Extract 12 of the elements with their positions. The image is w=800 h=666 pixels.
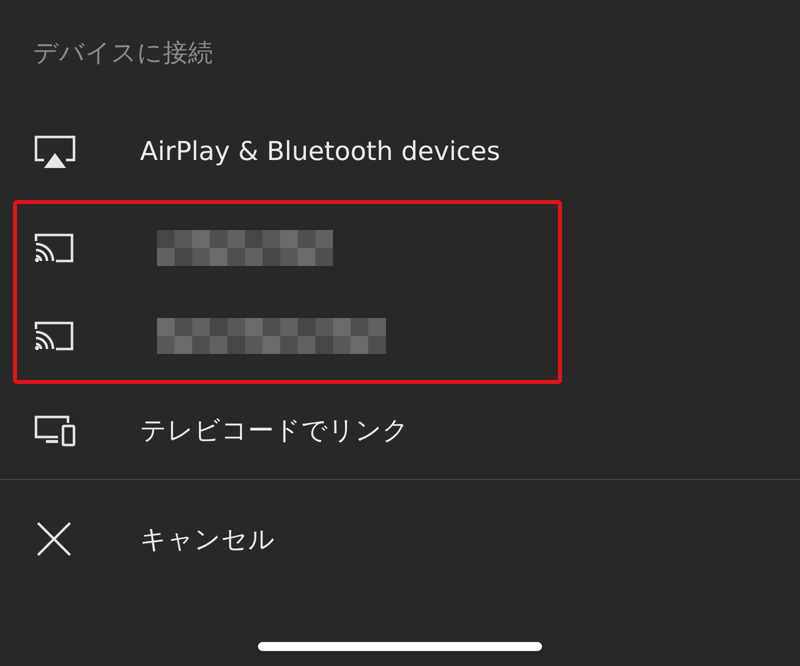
device-option[interactable]: テレビコードでリンク [0,384,800,477]
close-icon [36,521,72,557]
option-label: AirPlay & Bluetooth devices [140,136,500,166]
sheet-title: デバイスに接続 [32,37,214,69]
option-label: テレビコードでリンク [140,415,409,448]
cancel-label: キャンセル [140,524,275,556]
device-option[interactable]: AirPlay & Bluetooth devices [0,105,800,198]
cancel-option[interactable]: キャンセル [0,480,800,598]
cast-icon [34,233,74,263]
cast-icon [34,321,74,351]
airplay-icon [34,134,76,168]
screen-and-phone-icon [34,414,76,446]
